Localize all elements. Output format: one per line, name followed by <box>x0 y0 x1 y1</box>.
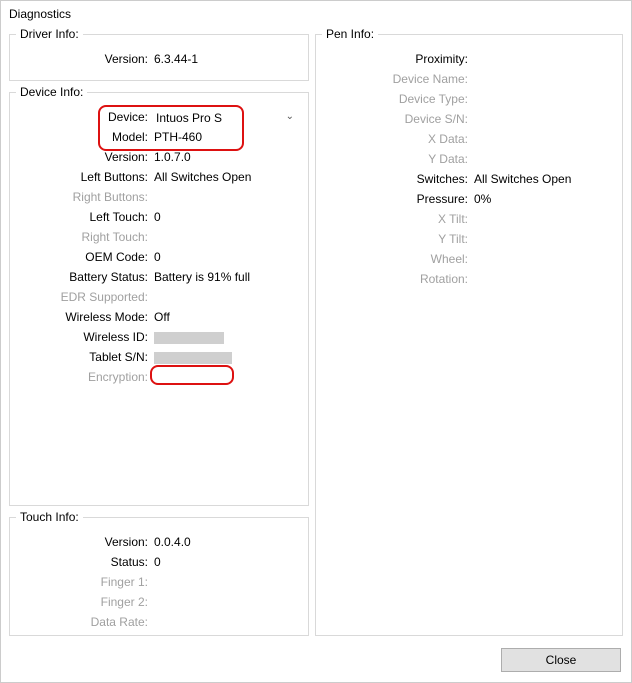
pen-device-name-label: Device Name: <box>322 69 472 89</box>
edr-row: EDR Supported: <box>16 287 302 307</box>
model-label: Model: <box>16 127 152 147</box>
rotation-row: Rotation: <box>322 269 616 289</box>
device-version-row: Version: 1.0.7.0 <box>16 147 302 167</box>
device-row: Device: Intuos Pro S ⌄ <box>16 107 302 127</box>
driver-version-value: 6.3.44-1 <box>152 49 198 69</box>
touch-status-label: Status: <box>16 552 152 572</box>
pen-device-sn-row: Device S/N: <box>322 109 616 129</box>
touch-version-value: 0.0.4.0 <box>152 532 191 552</box>
touch-info-group: Touch Info: Version: 0.0.4.0 Status: 0 F… <box>9 510 309 636</box>
oem-code-label: OEM Code: <box>16 247 152 267</box>
pen-info-legend: Pen Info: <box>322 27 378 41</box>
device-version-label: Version: <box>16 147 152 167</box>
left-touch-value: 0 <box>152 207 161 227</box>
pen-device-sn-label: Device S/N: <box>322 109 472 129</box>
tablet-sn-label: Tablet S/N: <box>16 347 152 367</box>
touch-version-label: Version: <box>16 532 152 552</box>
proximity-row: Proximity: <box>322 49 616 69</box>
touch-version-row: Version: 0.0.4.0 <box>16 532 302 552</box>
tablet-sn-row: Tablet S/N: <box>16 347 302 367</box>
diagnostics-window: Diagnostics Driver Info: Version: 6.3.44… <box>0 0 632 683</box>
pen-device-name-row: Device Name: <box>322 69 616 89</box>
driver-version-row: Version: 6.3.44-1 <box>16 49 302 69</box>
oem-code-value: 0 <box>152 247 161 267</box>
right-buttons-row: Right Buttons: <box>16 187 302 207</box>
pen-info-group: Pen Info: Proximity: Device Name: Device… <box>315 27 623 636</box>
touch-status-value: 0 <box>152 552 161 572</box>
finger1-row: Finger 1: <box>16 572 302 592</box>
touch-status-row: Status: 0 <box>16 552 302 572</box>
wireless-id-value <box>152 327 224 347</box>
battery-label: Battery Status: <box>16 267 152 287</box>
wireless-id-row: Wireless ID: <box>16 327 302 347</box>
left-touch-label: Left Touch: <box>16 207 152 227</box>
wheel-row: Wheel: <box>322 249 616 269</box>
pen-device-type-row: Device Type: <box>322 89 616 109</box>
switches-label: Switches: <box>322 169 472 189</box>
right-buttons-label: Right Buttons: <box>16 187 152 207</box>
wireless-mode-label: Wireless Mode: <box>16 307 152 327</box>
encryption-label: Encryption: <box>16 367 152 387</box>
pressure-label: Pressure: <box>322 189 472 209</box>
footer: Close <box>501 648 621 672</box>
left-column: Driver Info: Version: 6.3.44-1 Device In… <box>9 27 309 636</box>
driver-info-legend: Driver Info: <box>16 27 83 41</box>
left-buttons-row: Left Buttons: All Switches Open <box>16 167 302 187</box>
x-data-label: X Data: <box>322 129 472 149</box>
x-tilt-label: X Tilt: <box>322 209 472 229</box>
wireless-mode-value: Off <box>152 307 170 327</box>
encryption-row: Encryption: <box>16 367 302 387</box>
battery-row: Battery Status: Battery is 91% full <box>16 267 302 287</box>
touch-info-legend: Touch Info: <box>16 510 83 524</box>
close-button[interactable]: Close <box>501 648 621 672</box>
left-buttons-label: Left Buttons: <box>16 167 152 187</box>
chevron-down-icon[interactable]: ⌄ <box>286 107 294 127</box>
pen-device-type-label: Device Type: <box>322 89 472 109</box>
x-tilt-row: X Tilt: <box>322 209 616 229</box>
right-touch-row: Right Touch: <box>16 227 302 247</box>
finger2-label: Finger 2: <box>16 592 152 612</box>
driver-version-label: Version: <box>16 49 152 69</box>
content-area: Driver Info: Version: 6.3.44-1 Device In… <box>9 27 623 636</box>
oem-code-row: OEM Code: 0 <box>16 247 302 267</box>
device-info-legend: Device Info: <box>16 85 87 99</box>
right-touch-label: Right Touch: <box>16 227 152 247</box>
device-dropdown[interactable]: Intuos Pro S <box>152 108 272 126</box>
rotation-label: Rotation: <box>322 269 472 289</box>
data-rate-label: Data Rate: <box>16 612 152 632</box>
x-data-row: X Data: <box>322 129 616 149</box>
y-tilt-row: Y Tilt: <box>322 229 616 249</box>
window-title: Diagnostics <box>1 1 631 27</box>
left-buttons-value: All Switches Open <box>152 167 251 187</box>
wireless-mode-row: Wireless Mode: Off <box>16 307 302 327</box>
wheel-label: Wheel: <box>322 249 472 269</box>
finger1-label: Finger 1: <box>16 572 152 592</box>
switches-row: Switches: All Switches Open <box>322 169 616 189</box>
switches-value: All Switches Open <box>472 169 571 189</box>
device-version-value: 1.0.7.0 <box>152 147 191 167</box>
y-tilt-label: Y Tilt: <box>322 229 472 249</box>
pressure-row: Pressure: 0% <box>322 189 616 209</box>
data-rate-row: Data Rate: <box>16 612 302 632</box>
y-data-label: Y Data: <box>322 149 472 169</box>
proximity-label: Proximity: <box>322 49 472 69</box>
model-row: Model: PTH-460 <box>16 127 302 147</box>
wireless-id-label: Wireless ID: <box>16 327 152 347</box>
battery-value: Battery is 91% full <box>152 267 250 287</box>
device-label: Device: <box>16 107 152 127</box>
tablet-sn-value <box>152 347 232 367</box>
finger2-row: Finger 2: <box>16 592 302 612</box>
pressure-value: 0% <box>472 189 491 209</box>
device-info-group: Device Info: Device: Intuos Pro S ⌄ Mode… <box>9 85 309 506</box>
driver-info-group: Driver Info: Version: 6.3.44-1 <box>9 27 309 81</box>
left-touch-row: Left Touch: 0 <box>16 207 302 227</box>
model-value: PTH-460 <box>152 127 202 147</box>
edr-label: EDR Supported: <box>16 287 152 307</box>
y-data-row: Y Data: <box>322 149 616 169</box>
right-column: Pen Info: Proximity: Device Name: Device… <box>315 27 623 636</box>
